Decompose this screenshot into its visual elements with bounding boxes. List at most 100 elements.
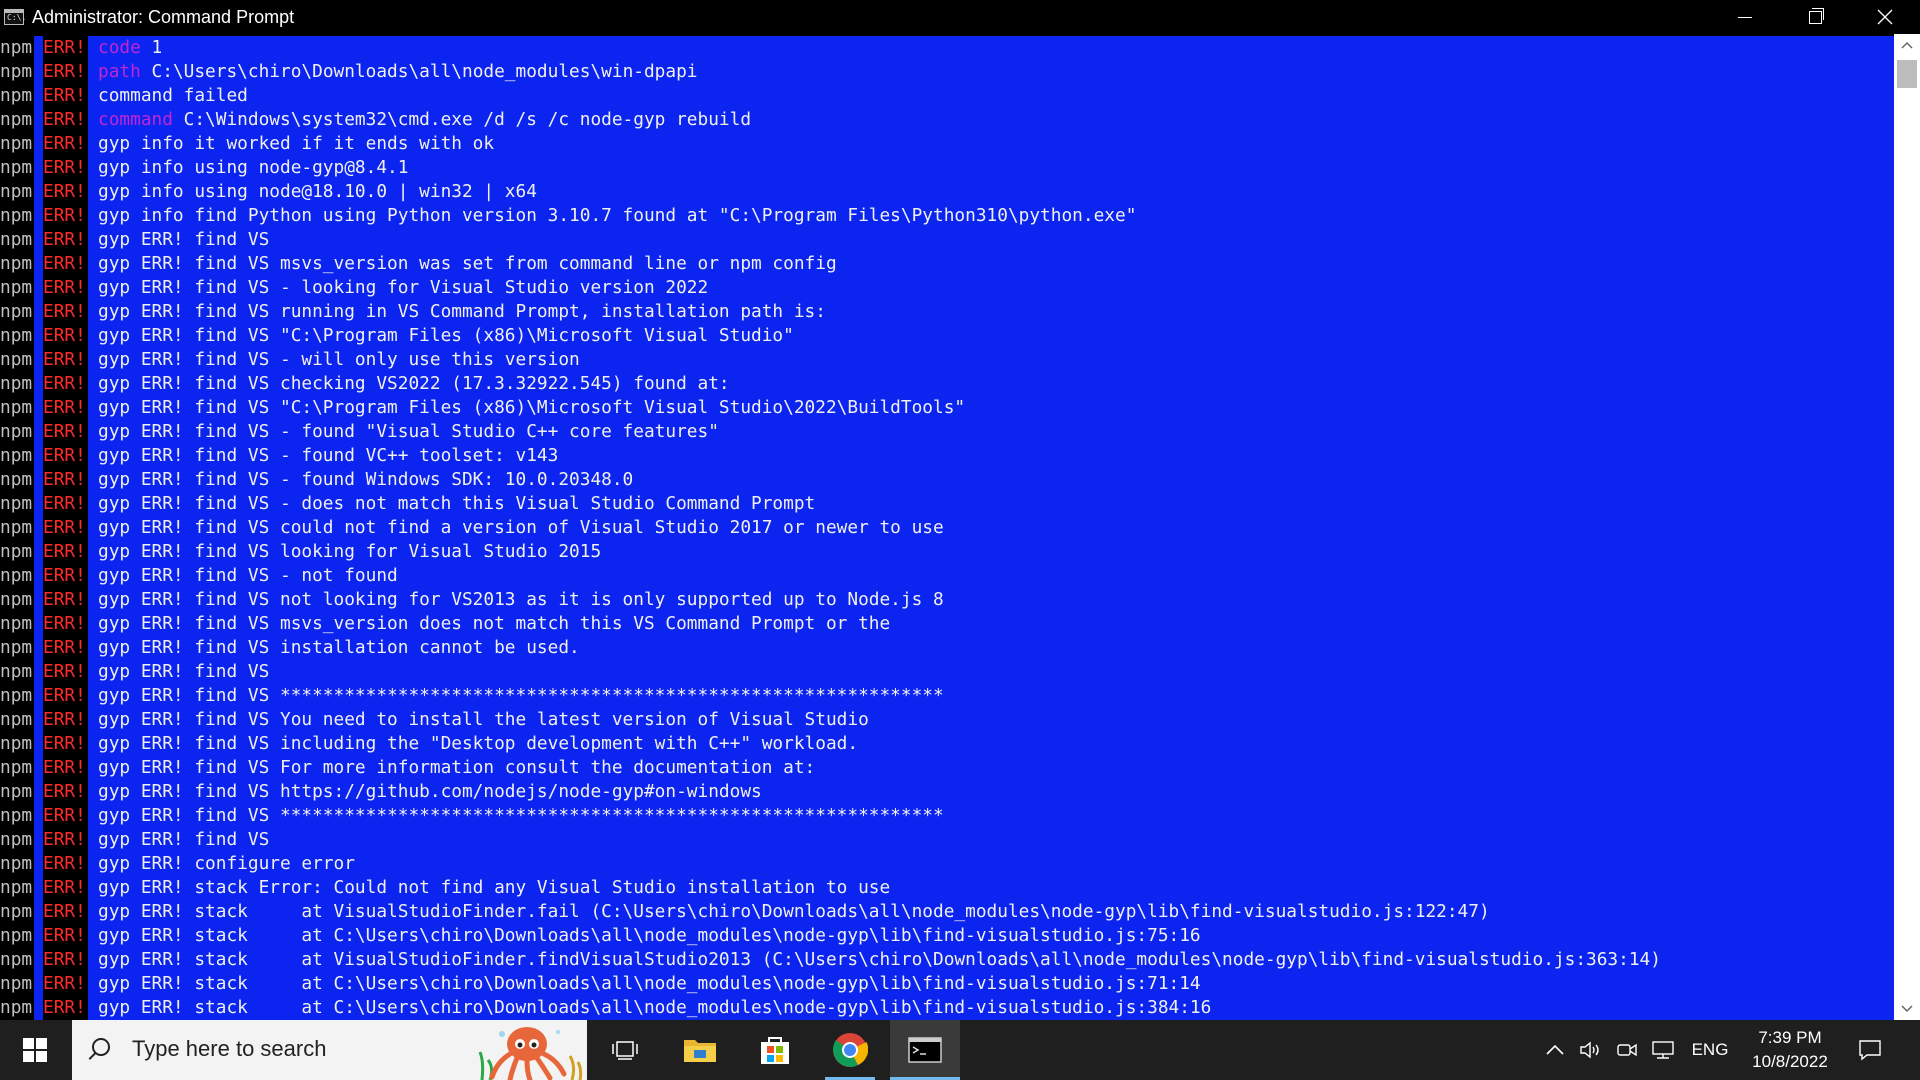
chrome-button[interactable] [815,1020,885,1080]
close-button[interactable] [1850,0,1920,34]
console-line: npm ERR! path C:\Users\chiro\Downloads\all… [0,60,1894,84]
err-prefix: ERR! [43,252,88,276]
console-output[interactable]: npm ERR! code 1 npm ERR! path C:\Users\chiro\… [0,34,1894,1020]
console-line: npm ERR! gyp ERR! find VS [0,828,1894,852]
volume-icon [1580,1041,1599,1059]
console-text: gyp ERR! find VS could not find a versio… [98,517,944,538]
console-message: gyp ERR! find VS "C:\Program Files (x86)… [88,396,1894,420]
command-prompt-icon [908,1037,942,1063]
console-text: gyp ERR! stack Error: Could not find any… [98,877,891,898]
console-line: npm ERR! gyp ERR! find VS running in VS Co… [0,300,1894,324]
console-field-label: command [98,109,173,130]
show-hidden-icons-button[interactable] [1540,1020,1570,1080]
selection-gap [34,396,43,420]
console-line: npm ERR! gyp ERR! find VS - found Windows … [0,468,1894,492]
console-text: gyp ERR! find VS - found Windows SDK: 10… [98,469,634,490]
console-line: npm ERR! gyp ERR! stack at C:\Users\chiro\… [0,972,1894,996]
console-line: npm ERR! gyp ERR! find VS [0,660,1894,684]
scroll-down-button[interactable] [1894,998,1920,1020]
selection-gap [34,996,43,1020]
console-text: gyp ERR! stack at VisualStudioFinder.fai… [98,901,1490,922]
err-prefix: ERR! [43,564,88,588]
file-explorer-button[interactable] [665,1020,735,1080]
console-text: gyp ERR! find VS For more information co… [98,757,816,778]
err-prefix: ERR! [43,396,88,420]
volume-button[interactable] [1575,1020,1607,1080]
console-message: gyp ERR! find VS installation cannot be … [88,636,1894,660]
network-button[interactable] [1645,1020,1681,1080]
console-text: gyp ERR! find VS looking for Visual Stud… [98,541,602,562]
close-icon [1877,9,1893,25]
selection-gap [34,564,43,588]
selection-gap [34,300,43,324]
console-text: C:\Windows\system32\cmd.exe /d /s /c nod… [172,109,752,130]
console-message: gyp ERR! find VS [88,660,1894,684]
console-text: gyp ERR! find VS including the "Desktop … [98,733,859,754]
window-title: Administrator: Command Prompt [32,6,295,27]
console-text: gyp ERR! find VS [98,661,270,682]
console-line: npm ERR! gyp ERR! find VS could not find a… [0,516,1894,540]
taskbar-search-box[interactable]: Type here to search [72,1020,587,1080]
console-text: gyp ERR! find VS - looking for Visual St… [98,277,709,298]
err-prefix: ERR! [43,372,88,396]
task-view-button[interactable] [590,1020,660,1080]
err-prefix: ERR! [43,900,88,924]
clock[interactable]: 7:39 PM 10/8/2022 [1740,1020,1840,1080]
err-prefix: ERR! [43,612,88,636]
console-line: npm ERR! gyp ERR! stack at C:\Users\chiro\… [0,996,1894,1020]
scroll-up-button[interactable] [1894,34,1920,56]
console-line: npm ERR! gyp info using node-gyp@8.4.1 [0,156,1894,180]
console-line: npm ERR! gyp ERR! find VS - not found [0,564,1894,588]
microsoft-store-button[interactable] [740,1020,810,1080]
console-text: gyp ERR! find VS "C:\Program Files (x86)… [98,397,966,418]
console-field-label: code [98,37,141,58]
console-text: gyp ERR! find VS not looking for VS2013 … [98,589,944,610]
console-line: npm ERR! gyp ERR! find VS [0,228,1894,252]
console-line: npm ERR! gyp ERR! find VS not looking for … [0,588,1894,612]
restore-button[interactable] [1780,0,1850,34]
console-field-label: path [98,61,141,82]
selection-gap [34,780,43,804]
console-line: npm ERR! gyp ERR! find VS checking VS2022 … [0,372,1894,396]
minimize-button[interactable] [1710,0,1780,34]
meet-now-icon [1617,1043,1637,1057]
scroll-thumb[interactable] [1897,60,1917,88]
console-message: gyp ERR! stack at VisualStudioFinder.fai… [88,900,1894,924]
meet-now-button[interactable] [1612,1020,1642,1080]
err-prefix: ERR! [43,588,88,612]
console-message: gyp info find Python using Python versio… [88,204,1894,228]
console-line: npm ERR! gyp ERR! stack at VisualStudioFin… [0,948,1894,972]
selection-gap [34,756,43,780]
console-text: gyp ERR! stack at C:\Users\chiro\Downloa… [98,973,1201,994]
err-prefix: ERR! [43,324,88,348]
err-prefix: ERR! [43,276,88,300]
language-indicator[interactable]: ENG [1686,1020,1734,1080]
console-line: npm ERR! gyp ERR! find VS installation can… [0,636,1894,660]
console-message: gyp ERR! find VS not looking for VS2013 … [88,588,1894,612]
selection-gap [34,228,43,252]
title-bar[interactable]: C:\. Administrator: Command Prompt [0,0,1920,34]
console-line: npm ERR! gyp ERR! find VS msvs_version doe… [0,612,1894,636]
console-text: gyp ERR! find VS installation cannot be … [98,637,580,658]
console-line: npm ERR! gyp ERR! find VS - does not match… [0,492,1894,516]
action-center-button[interactable] [1845,1020,1895,1080]
err-prefix: ERR! [43,156,88,180]
console-message: gyp ERR! find VS [88,828,1894,852]
console-message: gyp ERR! find VS could not find a versio… [88,516,1894,540]
start-button[interactable] [0,1020,70,1080]
console-text: gyp ERR! stack at C:\Users\chiro\Downloa… [98,925,1201,946]
console-message: gyp ERR! find VS [88,228,1894,252]
console-text: gyp ERR! configure error [98,853,355,874]
err-prefix: ERR! [43,492,88,516]
err-prefix: ERR! [43,36,88,60]
console-text: gyp ERR! find VS msvs_version was set fr… [98,253,837,274]
console-line: npm ERR! gyp ERR! find VS looking for Visu… [0,540,1894,564]
console-line: npm ERR! gyp ERR! configure error [0,852,1894,876]
console-message: gyp ERR! find VS ***********************… [88,684,1894,708]
command-prompt-taskbar-button[interactable] [890,1020,960,1080]
console-line: npm ERR! gyp info using node@18.10.0 | win… [0,180,1894,204]
console-text: gyp ERR! find VS - found "Visual Studio … [98,421,719,442]
vertical-scrollbar[interactable] [1894,34,1920,1020]
console-line: npm ERR! gyp ERR! find VS including the "D… [0,732,1894,756]
console-line: npm ERR! gyp ERR! stack Error: Could not f… [0,876,1894,900]
